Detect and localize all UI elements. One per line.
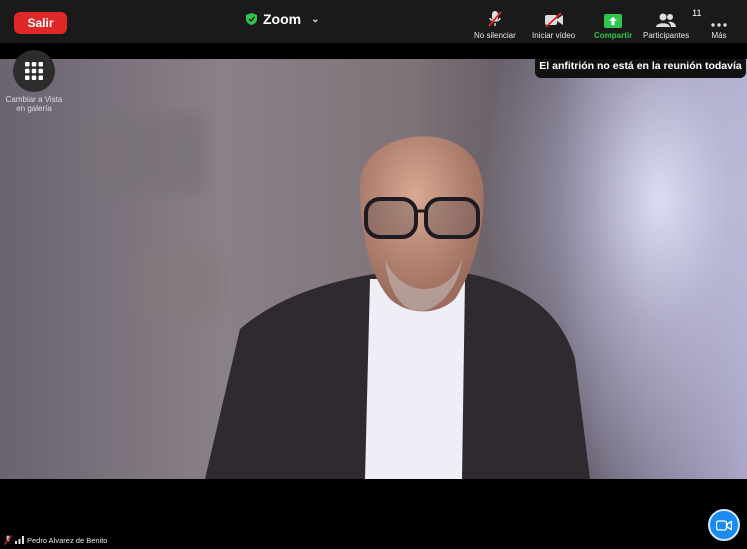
video-off-icon bbox=[544, 12, 563, 28]
share-screen-label: Compartir bbox=[594, 31, 633, 40]
gallery-view-label: Cambiar a Vista en galería bbox=[5, 95, 63, 113]
unmute-button[interactable]: No silenciar bbox=[474, 8, 516, 40]
participants-label: Participantes bbox=[643, 31, 690, 40]
grid-icon bbox=[25, 62, 43, 80]
participants-icon bbox=[656, 13, 677, 27]
unmute-label: No silenciar bbox=[474, 31, 516, 40]
more-label: Más bbox=[711, 31, 727, 40]
shield-check-icon bbox=[246, 13, 257, 25]
start-video-label: Iniciar vídeo bbox=[532, 31, 576, 40]
participant-name-tag: Pedro Alvarez de Benito bbox=[4, 535, 107, 545]
video-toggle-button[interactable] bbox=[708, 509, 740, 541]
meeting-title[interactable]: Zoom ⌄ bbox=[246, 11, 320, 27]
gallery-view-button[interactable] bbox=[13, 50, 55, 92]
share-screen-icon bbox=[604, 14, 623, 28]
video-camera-icon bbox=[716, 519, 732, 531]
host-not-present-tooltip: El anfitrión no está en la reunión todav… bbox=[535, 59, 746, 78]
meeting-toolbar: Salir Zoom ⌄ No silenciar Iniciar vídeo … bbox=[0, 0, 747, 43]
background-frame-1 bbox=[95, 114, 205, 194]
participant-count: 11 bbox=[692, 8, 702, 18]
chevron-down-icon: ⌄ bbox=[311, 13, 320, 25]
signal-strength-icon bbox=[15, 536, 24, 544]
speaker-video-frame bbox=[95, 114, 590, 479]
share-screen-button[interactable]: Compartir bbox=[594, 8, 632, 40]
leave-button[interactable]: Salir bbox=[14, 12, 67, 34]
participant-name: Pedro Alvarez de Benito bbox=[27, 535, 108, 545]
app-title-text: Zoom bbox=[263, 11, 302, 27]
microphone-muted-icon bbox=[488, 11, 502, 27]
participants-button[interactable]: 11 Participantes bbox=[643, 8, 701, 40]
speaker-video: El anfitrión no está en la reunión todav… bbox=[0, 59, 747, 479]
background-frame-2 bbox=[140, 249, 220, 319]
start-video-button[interactable]: Iniciar vídeo bbox=[532, 8, 575, 40]
microphone-muted-icon bbox=[4, 535, 12, 545]
more-dots-icon bbox=[711, 23, 727, 27]
more-button[interactable]: Más bbox=[711, 8, 727, 40]
